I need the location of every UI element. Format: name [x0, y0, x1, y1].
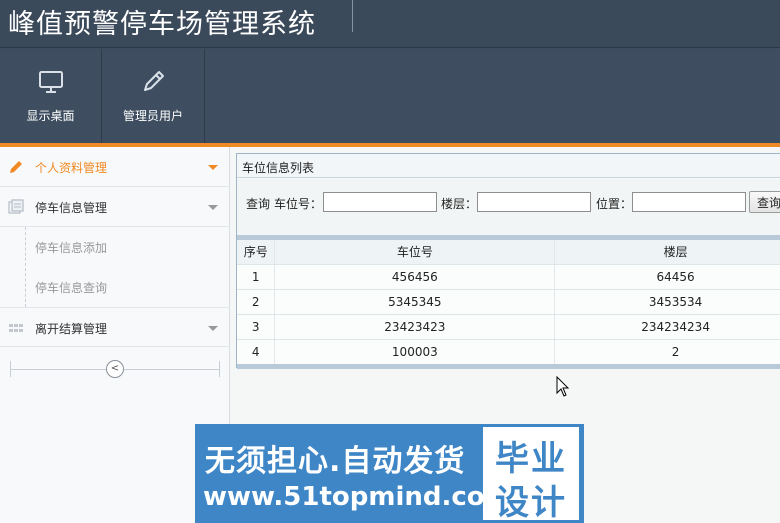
pencil-icon: [10, 161, 22, 173]
table-row[interactable]: 3 23423423 234234234: [237, 314, 780, 340]
watermark-banner: 无须担心.自动发货 www.51topmind.com 毕业 设计: [195, 424, 584, 523]
cell-index: 1: [237, 264, 276, 290]
banner-logo-top: 毕业: [495, 439, 567, 479]
cell-space-no: 5345345: [274, 289, 556, 315]
cell-floor: 234234234: [554, 314, 780, 340]
table-header-row: 序号 车位号 楼层: [237, 240, 780, 265]
app-title: 峰值预警停车场管理系统: [8, 9, 316, 40]
admin-user-label: 管理员用户: [122, 109, 183, 123]
sidebar-subitem-label: 停车信息查询: [35, 281, 108, 295]
sidebar-collapse-button[interactable]: <: [106, 360, 124, 378]
sidebar-item-profile[interactable]: 个人资料管理: [0, 147, 230, 187]
cell-index: 3: [237, 314, 276, 340]
monitor-icon: [38, 71, 63, 93]
cell-floor: 3453534: [554, 289, 780, 315]
chevron-down-icon: [208, 326, 218, 331]
pencil-icon: [144, 71, 164, 91]
cell-floor: 2: [554, 339, 780, 365]
table-row[interactable]: 2 5345345 3453534: [237, 289, 780, 315]
document-icon: [8, 199, 24, 214]
chevron-down-icon: [208, 165, 218, 170]
cell-floor: 64456: [554, 264, 780, 290]
sidebar-item-label: 离开结算管理: [35, 322, 108, 336]
cell-index: 4: [237, 339, 276, 365]
show-desktop-button[interactable]: 显示桌面: [0, 49, 102, 143]
banner-slogan: 无须担心.自动发货: [205, 444, 466, 479]
toolbar: 显示桌面 管理员用户: [0, 49, 780, 143]
floor-input[interactable]: [477, 192, 591, 212]
parking-space-table: 序号 车位号 楼层 1 456456 64456 2 5345345 34535…: [237, 240, 780, 365]
grid-icon: [9, 324, 23, 332]
collapse-divider-left: [10, 361, 11, 377]
admin-user-button[interactable]: 管理员用户: [102, 49, 205, 143]
panel-header: 车位信息列表: [237, 154, 780, 178]
sidebar-collapse-row: <: [10, 359, 220, 379]
sidebar-subitem-label: 停车信息添加: [35, 241, 108, 255]
cell-space-no: 100003: [274, 339, 556, 365]
sidebar-item-label: 个人资料管理: [35, 161, 108, 175]
banner-logo-box: 毕业 设计: [483, 427, 579, 523]
cell-space-no: 23423423: [274, 314, 556, 340]
panel-title: 车位信息列表: [242, 161, 315, 175]
grid-bottom-border: [237, 364, 780, 369]
position-label: 位置：: [596, 197, 633, 211]
banner-url: www.51topmind.com: [203, 482, 512, 512]
collapse-divider-right: [219, 361, 220, 377]
table-row[interactable]: 4 100003 2: [237, 339, 780, 365]
sidebar-subitem-query[interactable]: 停车信息查询: [0, 267, 230, 307]
column-header-space-no[interactable]: 车位号: [274, 240, 556, 265]
sidebar-item-parking-info[interactable]: 停车信息管理: [0, 187, 230, 227]
sidebar-item-label: 停车信息管理: [35, 201, 108, 215]
title-divider: [352, 0, 353, 32]
app-header: 峰值预警停车场管理系统 显示桌面 管理员用户: [0, 0, 780, 147]
search-bar: 查询 车位号： 楼层： 位置： 查询: [237, 179, 780, 235]
column-header-floor[interactable]: 楼层: [554, 240, 780, 265]
table-row[interactable]: 1 456456 64456: [237, 264, 780, 290]
cell-index: 2: [237, 289, 276, 315]
space-no-input[interactable]: [323, 192, 437, 212]
banner-logo-bottom: 设计: [495, 483, 567, 523]
space-no-label: 车位号：: [274, 197, 323, 211]
sidebar-item-checkout[interactable]: 离开结算管理: [0, 307, 230, 347]
sidebar-subitem-add[interactable]: 停车信息添加: [0, 227, 230, 267]
show-desktop-label: 显示桌面: [26, 109, 75, 123]
parking-space-list-panel: 车位信息列表 查询 车位号： 楼层： 位置： 查询 序号 车位号 楼层 1 45…: [236, 153, 780, 369]
cell-space-no: 456456: [274, 264, 556, 290]
title-bar: 峰值预警停车场管理系统: [0, 0, 780, 48]
query-button[interactable]: 查询: [749, 191, 780, 213]
chevron-down-icon: [208, 205, 218, 210]
column-header-index[interactable]: 序号: [237, 240, 276, 265]
query-label: 查询: [246, 197, 271, 211]
floor-label: 楼层：: [441, 197, 478, 211]
position-input[interactable]: [632, 192, 746, 212]
mouse-cursor-icon: [556, 376, 570, 397]
